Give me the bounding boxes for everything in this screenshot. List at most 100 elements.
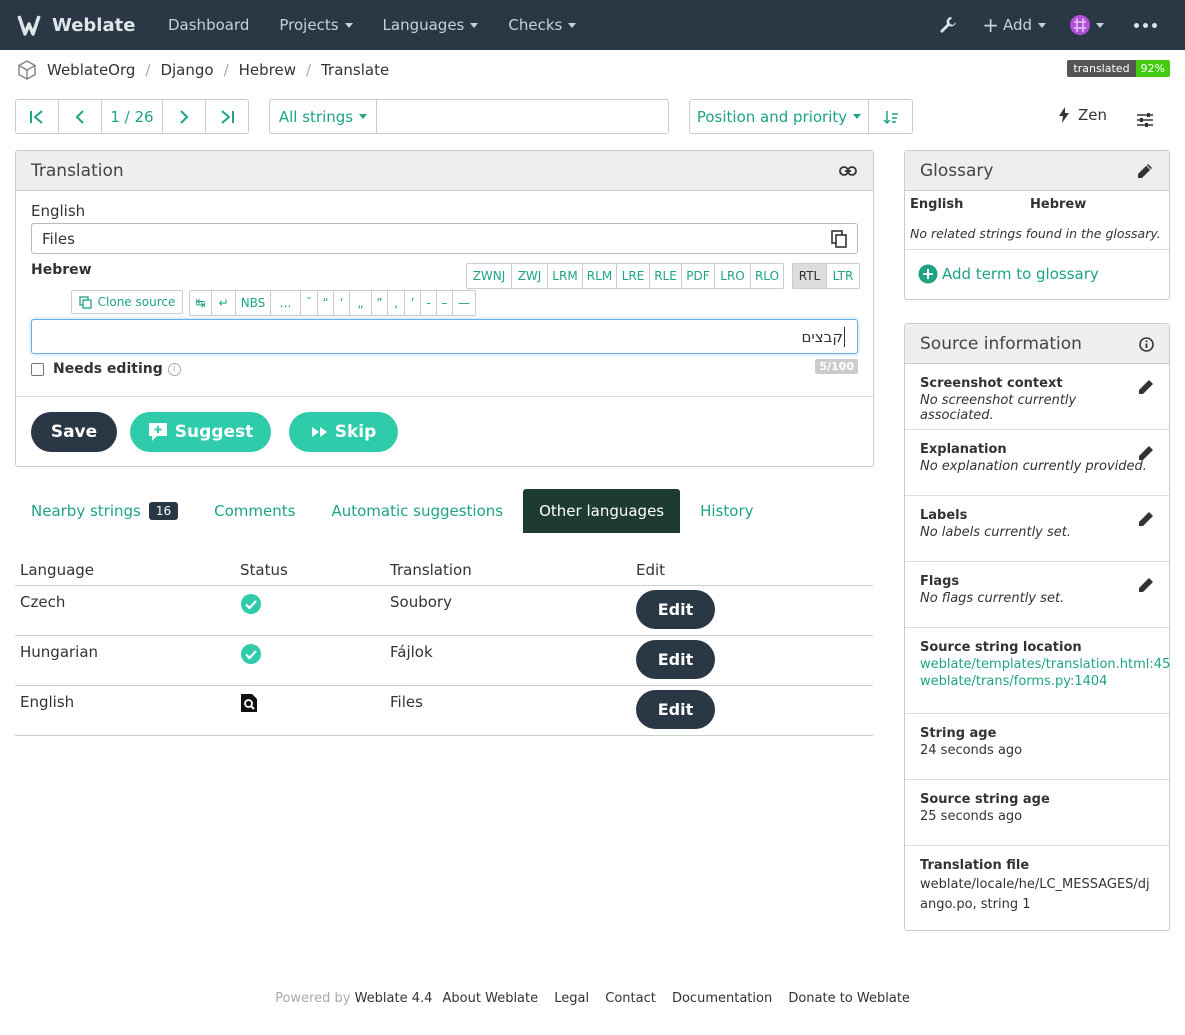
nav-languages[interactable]: Languages bbox=[383, 16, 479, 34]
nav-checks[interactable]: Checks bbox=[508, 16, 577, 34]
insert-special-char-button[interactable]: ˉ bbox=[301, 291, 318, 315]
clone-source-label: Clone source bbox=[97, 295, 176, 309]
pencil-icon[interactable] bbox=[1137, 510, 1155, 528]
sort-direction-button[interactable] bbox=[869, 100, 912, 133]
more-menu-icon[interactable] bbox=[1134, 22, 1157, 28]
insert-special-char-button[interactable]: … bbox=[271, 291, 301, 315]
translation-textarea[interactable]: קבצים bbox=[31, 319, 858, 354]
tab-comments-label: Comments bbox=[214, 502, 296, 520]
user-menu[interactable] bbox=[1070, 15, 1104, 35]
insert-zwnj-button[interactable]: ZWNJ bbox=[467, 264, 512, 288]
tab-nearby-strings[interactable]: Nearby strings 16 bbox=[15, 489, 194, 533]
breadcrumb-language[interactable]: Hebrew bbox=[239, 61, 296, 79]
tab-other-languages[interactable]: Other languages bbox=[523, 489, 681, 533]
tab-nearby-strings-label: Nearby strings bbox=[31, 502, 141, 520]
row-edit: Edit bbox=[631, 585, 873, 636]
direction-toolbar: ZWNJ ZWJ LRM RLM LRE RLE PDF LRO RLO RTL LTR bbox=[466, 263, 860, 289]
clone-source-button[interactable]: Clone source bbox=[71, 290, 183, 314]
suggest-button[interactable]: Suggest bbox=[130, 412, 271, 452]
chevron-down-icon bbox=[359, 114, 368, 119]
footer-about[interactable]: About Weblate bbox=[443, 991, 539, 1006]
nav-dashboard[interactable]: Dashboard bbox=[168, 16, 249, 34]
add-menu[interactable]: + Add bbox=[982, 15, 1046, 35]
tab-history[interactable]: History bbox=[684, 489, 769, 533]
weblate-version-link[interactable]: Weblate 4.4 bbox=[355, 991, 433, 1006]
breadcrumb-project[interactable]: WeblateOrg bbox=[47, 61, 135, 79]
previous-string-button[interactable] bbox=[59, 100, 102, 133]
insert-pdf-button[interactable]: PDF bbox=[682, 264, 715, 288]
insert-special-char-button[interactable]: ” bbox=[372, 291, 388, 315]
add-term-link[interactable]: Add term to glossary bbox=[905, 250, 1169, 298]
tab-comments[interactable]: Comments bbox=[198, 489, 311, 533]
screenshot-context-title: Screenshot context bbox=[920, 376, 1063, 391]
copy-icon[interactable] bbox=[831, 230, 847, 248]
pencil-icon[interactable] bbox=[1136, 162, 1154, 180]
footer-legal[interactable]: Legal bbox=[554, 991, 589, 1006]
nav-projects-label: Projects bbox=[279, 16, 339, 34]
link-icon[interactable] bbox=[839, 165, 857, 177]
glossary-empty-message: No related strings found in the glossary… bbox=[905, 212, 1169, 250]
sort-dropdown[interactable]: Position and priority bbox=[690, 100, 869, 133]
edit-button[interactable]: Edit bbox=[636, 639, 715, 679]
translation-heading: Translation bbox=[31, 160, 124, 181]
brand-name: Weblate bbox=[52, 14, 136, 36]
insert-special-char-button[interactable]: – bbox=[437, 291, 453, 315]
source-location-link[interactable]: weblate/templates/translation.html:45 bbox=[920, 657, 1170, 672]
footer-donate[interactable]: Donate to Weblate bbox=[788, 991, 910, 1006]
insert-special-char-button[interactable]: NBS bbox=[236, 291, 271, 315]
insert-special-char-button[interactable]: — bbox=[453, 291, 475, 315]
search-input[interactable] bbox=[377, 100, 668, 133]
zen-button[interactable]: Zen bbox=[1058, 106, 1107, 124]
insert-special-char-button[interactable]: „ bbox=[350, 291, 372, 315]
insert-lro-button[interactable]: LRO bbox=[715, 264, 751, 288]
tab-automatic-suggestions[interactable]: Automatic suggestions bbox=[315, 489, 519, 533]
rtl-button[interactable]: RTL bbox=[793, 264, 827, 288]
insert-special-char-button[interactable]: ’ bbox=[405, 291, 421, 315]
insert-special-char-button[interactable]: ↹ bbox=[190, 291, 212, 315]
header-translation: Translation bbox=[385, 556, 631, 586]
wrench-icon[interactable] bbox=[938, 15, 958, 35]
row-status bbox=[235, 585, 385, 636]
info-circle-icon[interactable] bbox=[1139, 337, 1154, 352]
insert-special-char-button[interactable]: - bbox=[421, 291, 437, 315]
translated-status-badge[interactable]: translated 92% bbox=[1067, 60, 1170, 77]
edit-button[interactable]: Edit bbox=[636, 589, 715, 629]
needs-editing-checkbox[interactable] bbox=[31, 362, 44, 376]
insert-special-char-button[interactable]: ↵ bbox=[212, 291, 236, 315]
pencil-icon[interactable] bbox=[1137, 444, 1155, 462]
avatar bbox=[1070, 15, 1090, 35]
next-string-button[interactable] bbox=[163, 100, 206, 133]
skip-button[interactable]: Skip bbox=[289, 412, 398, 452]
lightning-icon bbox=[1059, 107, 1069, 123]
ltr-button[interactable]: LTR bbox=[827, 264, 859, 288]
insert-zwj-button[interactable]: ZWJ bbox=[512, 264, 548, 288]
insert-lre-button[interactable]: LRE bbox=[617, 264, 650, 288]
last-icon bbox=[221, 109, 234, 124]
save-button[interactable]: Save bbox=[31, 412, 117, 452]
insert-rlo-button[interactable]: RLO bbox=[751, 264, 783, 288]
pencil-icon[interactable] bbox=[1137, 378, 1155, 396]
breadcrumb-component[interactable]: Django bbox=[160, 61, 213, 79]
check-circle-icon bbox=[241, 593, 261, 614]
insert-rle-button[interactable]: RLE bbox=[650, 264, 682, 288]
source-location-row: Source string location weblate/templates… bbox=[905, 628, 1170, 714]
insert-lrm-button[interactable]: LRM bbox=[548, 264, 583, 288]
edit-button[interactable]: Edit bbox=[636, 689, 715, 729]
settings-sliders-icon[interactable] bbox=[1136, 112, 1154, 128]
last-string-button[interactable] bbox=[206, 100, 248, 133]
filter-dropdown[interactable]: All strings bbox=[270, 100, 377, 133]
source-location-link[interactable]: weblate/trans/forms.py:1404 bbox=[920, 674, 1154, 689]
first-string-button[interactable] bbox=[16, 100, 59, 133]
tab-automatic-suggestions-label: Automatic suggestions bbox=[331, 502, 504, 520]
insert-special-char-button[interactable]: ‘ bbox=[334, 291, 350, 315]
nav-projects[interactable]: Projects bbox=[279, 16, 353, 34]
footer-contact[interactable]: Contact bbox=[605, 991, 656, 1006]
insert-special-char-button[interactable]: ‚ bbox=[388, 291, 405, 315]
brand-link[interactable]: Weblate bbox=[16, 14, 142, 36]
footer-documentation[interactable]: Documentation bbox=[672, 991, 772, 1006]
weblate-logo-icon bbox=[17, 15, 41, 36]
pencil-icon[interactable] bbox=[1137, 576, 1155, 594]
search-group: All strings bbox=[269, 99, 669, 134]
insert-special-char-button[interactable]: “ bbox=[318, 291, 334, 315]
insert-rlm-button[interactable]: RLM bbox=[583, 264, 617, 288]
